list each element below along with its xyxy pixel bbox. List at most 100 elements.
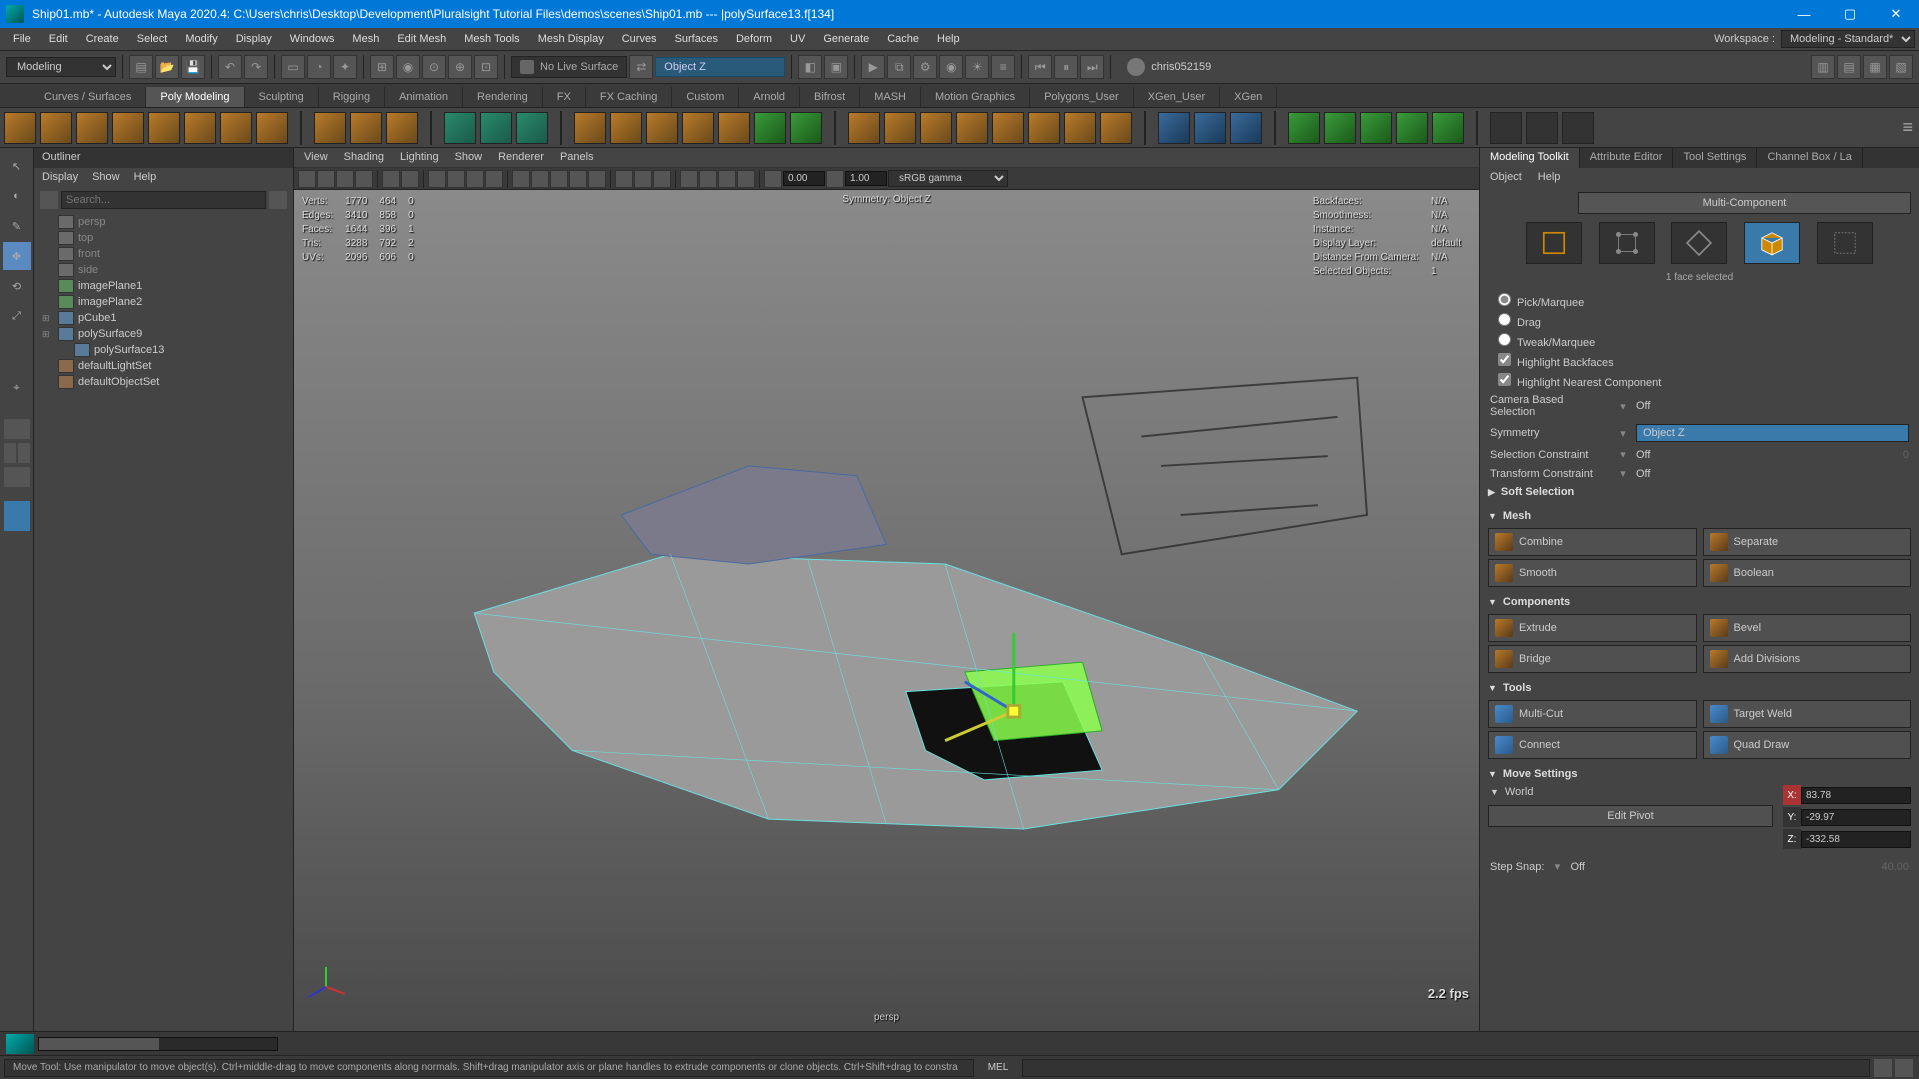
- crease-icon[interactable]: [1324, 112, 1356, 144]
- poly-plane-icon[interactable]: [184, 112, 216, 144]
- outliner-item-side[interactable]: side: [34, 262, 293, 278]
- selcon-dropdown-icon[interactable]: ▾: [1616, 448, 1630, 461]
- render-icon[interactable]: ▶: [861, 55, 885, 79]
- layout-2v-icon[interactable]: [18, 443, 30, 463]
- shelf-tab-motion-graphics[interactable]: Motion Graphics: [921, 87, 1030, 107]
- outliner-menu-help[interactable]: Help: [134, 171, 157, 185]
- vp-bookmarks-icon[interactable]: [336, 170, 354, 188]
- undo-icon[interactable]: ↶: [218, 55, 242, 79]
- smooth-icon[interactable]: [646, 112, 678, 144]
- poly-platonic-icon[interactable]: [256, 112, 288, 144]
- quad-draw-button[interactable]: Quad Draw: [1703, 731, 1912, 759]
- live-surface-field[interactable]: No Live Surface: [511, 56, 627, 78]
- layout-outliner-icon[interactable]: [4, 501, 30, 531]
- new-scene-icon[interactable]: ▤: [129, 55, 153, 79]
- open-scene-icon[interactable]: 📂: [155, 55, 179, 79]
- tools-section[interactable]: Tools: [1503, 682, 1532, 694]
- sculpt-icon[interactable]: [1360, 112, 1392, 144]
- separate-icon[interactable]: [610, 112, 642, 144]
- layout-4-icon[interactable]: [4, 467, 30, 487]
- boolean-icon[interactable]: [682, 112, 714, 144]
- symmetry-field[interactable]: [655, 57, 785, 77]
- workspace-select[interactable]: Modeling - Standard*: [1781, 30, 1915, 48]
- uv-mode-icon[interactable]: [1817, 222, 1873, 264]
- check-highlight-nearest[interactable]: Highlight Nearest Component: [1498, 371, 1911, 391]
- menu-mesh[interactable]: Mesh: [343, 30, 388, 48]
- vp-lights-icon[interactable]: [569, 170, 587, 188]
- vertex-mode-icon[interactable]: [1599, 222, 1655, 264]
- collapse-icon[interactable]: [1028, 112, 1060, 144]
- vp-gate-mask-icon[interactable]: [485, 170, 503, 188]
- retopo-icon[interactable]: [790, 112, 822, 144]
- outliner-item-polySurface9[interactable]: ⊞polySurface9: [34, 326, 293, 342]
- tab-tool-settings[interactable]: Tool Settings: [1673, 148, 1757, 168]
- paint-tool-icon[interactable]: ✎: [3, 212, 31, 240]
- target-weld-button[interactable]: Target Weld: [1703, 700, 1912, 728]
- tab-attribute-editor[interactable]: Attribute Editor: [1580, 148, 1674, 168]
- hypershade-icon[interactable]: ◉: [939, 55, 963, 79]
- shelf-tab-rigging[interactable]: Rigging: [319, 87, 385, 107]
- outliner-item-pCube1[interactable]: ⊞pCube1: [34, 310, 293, 326]
- vp-gamma-field[interactable]: [845, 171, 887, 186]
- shelf-tab-xgen[interactable]: XGen: [1220, 87, 1277, 107]
- mel-label[interactable]: MEL: [978, 1062, 1018, 1073]
- shelf-tab-sculpting[interactable]: Sculpting: [245, 87, 319, 107]
- poly-type-icon[interactable]: [350, 112, 382, 144]
- multicut-icon[interactable]: [1158, 112, 1190, 144]
- vp-film-gate-icon[interactable]: [447, 170, 465, 188]
- boolean-button[interactable]: Boolean: [1703, 559, 1912, 587]
- playback-pause-icon[interactable]: ⏸: [1054, 55, 1078, 79]
- command-history-icon[interactable]: [1895, 1059, 1913, 1077]
- account-area[interactable]: chris052159: [1117, 58, 1221, 76]
- radio-drag[interactable]: Drag: [1498, 311, 1911, 331]
- snap-curve-icon[interactable]: ◉: [396, 55, 420, 79]
- shelf-tab-bifrost[interactable]: Bifrost: [800, 87, 860, 107]
- vp-depth-field-icon[interactable]: [737, 170, 755, 188]
- multicut-button[interactable]: Multi-Cut: [1488, 700, 1697, 728]
- construction-icon[interactable]: ▣: [824, 55, 848, 79]
- xformcon-dropdown-icon[interactable]: ▾: [1616, 467, 1630, 480]
- camera-sel-dropdown-icon[interactable]: ▾: [1616, 400, 1630, 413]
- detach-icon[interactable]: [1064, 112, 1096, 144]
- menu-modify[interactable]: Modify: [176, 30, 226, 48]
- append-icon[interactable]: [992, 112, 1024, 144]
- outliner-filter-icon[interactable]: [40, 191, 58, 209]
- poly-torus-icon[interactable]: [148, 112, 180, 144]
- menu-windows[interactable]: Windows: [281, 30, 344, 48]
- menu-editmesh[interactable]: Edit Mesh: [388, 30, 455, 48]
- outliner-item-polySurface13[interactable]: polySurface13: [34, 342, 293, 358]
- snap-grid-icon[interactable]: ⊞: [370, 55, 394, 79]
- sym-toggle-icon[interactable]: ⇄: [629, 55, 653, 79]
- radio-pick-marquee[interactable]: Pick/Marquee: [1498, 291, 1911, 311]
- combine-button[interactable]: Combine: [1488, 528, 1697, 556]
- outliner-item-front[interactable]: front: [34, 246, 293, 262]
- vp-menu-shading[interactable]: Shading: [344, 151, 384, 164]
- remesh-icon[interactable]: [754, 112, 786, 144]
- shelf-tab-custom[interactable]: Custom: [672, 87, 739, 107]
- vp-grid-icon[interactable]: [428, 170, 446, 188]
- menu-deform[interactable]: Deform: [727, 30, 781, 48]
- vp-exposure-field[interactable]: [783, 171, 825, 186]
- outliner-menu-display[interactable]: Display: [42, 171, 78, 185]
- multi-component-button[interactable]: Multi-Component: [1578, 192, 1911, 214]
- mesh-display-1-icon[interactable]: [1490, 112, 1522, 144]
- menu-file[interactable]: File: [4, 30, 40, 48]
- shelf-tab-poly-modeling[interactable]: Poly Modeling: [146, 87, 244, 107]
- world-mode[interactable]: World: [1505, 786, 1534, 798]
- shelf-tab-rendering[interactable]: Rendering: [463, 87, 543, 107]
- render-setup-icon[interactable]: ≡: [991, 55, 1015, 79]
- close-button[interactable]: ✕: [1873, 0, 1919, 28]
- toolkit-menu-object[interactable]: Object: [1490, 171, 1522, 185]
- vp-color-space[interactable]: sRGB gamma: [888, 170, 1008, 187]
- symmetry-value[interactable]: Object Z: [1636, 424, 1909, 442]
- vp-shaded-icon[interactable]: [531, 170, 549, 188]
- vp-menu-view[interactable]: View: [304, 151, 328, 164]
- poly-sphere-icon[interactable]: [4, 112, 36, 144]
- menu-meshtools[interactable]: Mesh Tools: [455, 30, 528, 48]
- vp-xray-icon[interactable]: [634, 170, 652, 188]
- layout-single-icon[interactable]: [4, 419, 30, 439]
- lasso-icon[interactable]: ◔: [307, 55, 331, 79]
- vp-select-cam-icon[interactable]: [298, 170, 316, 188]
- connect-button[interactable]: Connect: [1488, 731, 1697, 759]
- face-mode-icon[interactable]: [1744, 222, 1800, 264]
